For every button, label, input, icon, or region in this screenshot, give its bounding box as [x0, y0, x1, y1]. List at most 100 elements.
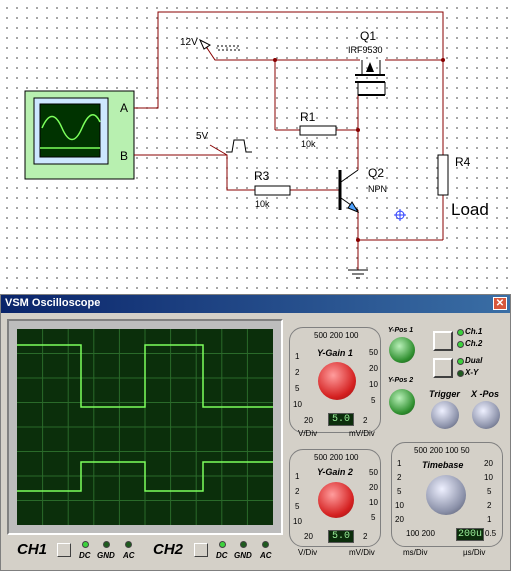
ch1-label: CH1	[17, 541, 48, 558]
timebase-bottom-left: 100 200	[406, 529, 435, 538]
ygain2-left-3: 5	[295, 502, 300, 511]
r1-name: R1	[300, 110, 316, 124]
timebase-unit-right: µs/Div	[463, 548, 486, 557]
ygain2-knob[interactable]	[318, 482, 354, 518]
ypos1-knob[interactable]	[389, 337, 415, 363]
ygain1-top-scale: 500 200 100	[314, 331, 359, 340]
ch2-gnd-led[interactable]	[240, 541, 247, 548]
r3-name: R3	[254, 169, 270, 183]
ygain1-right-5: 2	[363, 416, 368, 425]
q1-part: IRF9530	[348, 45, 383, 55]
ygain1-knob[interactable]	[318, 362, 356, 400]
ch1-mode-led[interactable]	[457, 329, 464, 336]
window-title: VSM Oscilloscope	[5, 297, 101, 309]
ygain2-unit-right: mV/Div	[349, 548, 375, 557]
timebase-knob[interactable]	[426, 475, 466, 515]
ch2-label: CH2	[153, 541, 184, 558]
ch2-dc-led[interactable]	[219, 541, 226, 548]
ch2-gnd-label: GND	[234, 551, 252, 560]
ygain2-title: Y-Gain 2	[317, 467, 353, 477]
ygain2-unit-left: V/Div	[298, 548, 318, 557]
ch1-ac-led[interactable]	[125, 541, 132, 548]
close-button[interactable]: ✕	[493, 297, 507, 310]
ygain1-right-2: 20	[369, 364, 378, 373]
xpos-label: X -Pos	[471, 389, 500, 399]
scope-pin-a-label: A	[120, 101, 129, 115]
ch2-dc-label: DC	[216, 551, 228, 560]
mode-dual-button[interactable]	[433, 358, 453, 378]
xy-mode-led[interactable]	[457, 370, 464, 377]
q2-type: NPN	[368, 184, 388, 194]
timebase-left-5: 20	[395, 515, 404, 524]
mode-channel-button[interactable]	[433, 331, 453, 351]
pulse-source-label: 5V	[196, 131, 209, 142]
scope-pin-b-label: B	[120, 149, 129, 163]
ygain2-left-2: 2	[295, 487, 300, 496]
ypos2-label: Y-Pos 2	[388, 377, 414, 384]
mode-dual-label: Dual	[465, 356, 483, 365]
timebase-left-1: 1	[397, 459, 402, 468]
timebase-left-3: 5	[397, 487, 402, 496]
ch1-invert-button[interactable]	[57, 543, 71, 557]
timebase-right-4: 2	[487, 501, 492, 510]
ch2-invert-button[interactable]	[194, 543, 208, 557]
mode-ch2-label: Ch.2	[465, 339, 483, 348]
timebase-unit-left: ms/Div	[403, 548, 428, 557]
timebase-right-3: 5	[487, 487, 492, 496]
q1-name: Q1	[360, 29, 377, 43]
ygain2-right-3: 10	[369, 498, 378, 507]
window-titlebar[interactable]: VSM Oscilloscope ✕	[1, 295, 510, 313]
load-label: Load	[451, 200, 489, 219]
ch1-gnd-led[interactable]	[103, 541, 110, 548]
timebase-top-scale: 500 200 100 50	[414, 446, 470, 455]
ygain1-left-5: 20	[304, 416, 313, 425]
mode-xy-label: X-Y	[465, 368, 479, 377]
ch1-dc-label: DC	[79, 551, 91, 560]
scope-screen-frame	[7, 319, 283, 535]
ch2-mode-led[interactable]	[457, 341, 464, 348]
ypos2-knob[interactable]	[389, 389, 415, 415]
ygain1-unit-left: V/Div	[298, 429, 318, 438]
r4-name: R4	[455, 155, 471, 169]
dual-mode-led[interactable]	[457, 358, 464, 365]
ygain1-readout: 5.0	[328, 413, 354, 426]
ch2-ac-led[interactable]	[262, 541, 269, 548]
ygain2-readout: 5.0	[328, 530, 354, 543]
ch1-gnd-label: GND	[97, 551, 115, 560]
timebase-right-2: 10	[484, 473, 493, 482]
ygain1-right-1: 50	[369, 348, 378, 357]
timebase-right-6: 0.5	[485, 529, 497, 538]
timebase-right-1: 20	[484, 459, 493, 468]
ch1-dc-led[interactable]	[82, 541, 89, 548]
ygain1-left-4: 10	[293, 400, 302, 409]
ygain2-right-1: 50	[369, 468, 378, 477]
ygain1-left-2: 2	[295, 368, 300, 377]
ygain2-right-4: 5	[371, 513, 376, 522]
timebase-panel: 500 200 100 50 1 2 5 10 20 20 10 5 2 1 0…	[391, 442, 503, 547]
ygain2-right-2: 20	[369, 483, 378, 492]
ygain1-right-4: 5	[371, 396, 376, 405]
ch1-ac-label: AC	[123, 551, 135, 560]
ygain1-left-1: 1	[295, 352, 300, 361]
ypos1-label: Y-Pos 1	[388, 327, 414, 334]
trigger-knob[interactable]	[431, 401, 459, 429]
timebase-title: Timebase	[422, 460, 464, 470]
r1-value: 10k	[301, 139, 316, 149]
ygain1-left-3: 5	[295, 384, 300, 393]
oscilloscope-window: VSM Oscilloscope ✕ CH1 DC GND AC CH2 DC …	[0, 294, 511, 571]
timebase-left-2: 2	[397, 473, 402, 482]
timebase-readout: 200u	[456, 528, 484, 541]
ygain2-top-scale: 500 200 100	[314, 453, 359, 462]
ygain1-title: Y-Gain 1	[317, 348, 353, 358]
schematic-wires	[24, 11, 449, 279]
ygain2-left-5: 20	[304, 532, 313, 541]
timebase-right-5: 1	[487, 515, 492, 524]
mode-ch1-label: Ch.1	[465, 327, 483, 336]
xpos-knob[interactable]	[472, 401, 500, 429]
schematic-canvas[interactable]: A B 12V 5V Q1 IRF9530 R1 10k R3 10k Q2 N…	[0, 0, 511, 293]
ygain2-panel: 500 200 100 1 2 5 10 20 50 20 10 5 2 Y-G…	[289, 449, 381, 547]
ygain1-right-3: 10	[369, 380, 378, 389]
q2-name: Q2	[368, 166, 385, 180]
ch2-ac-label: AC	[260, 551, 272, 560]
ygain2-left-1: 1	[295, 472, 300, 481]
